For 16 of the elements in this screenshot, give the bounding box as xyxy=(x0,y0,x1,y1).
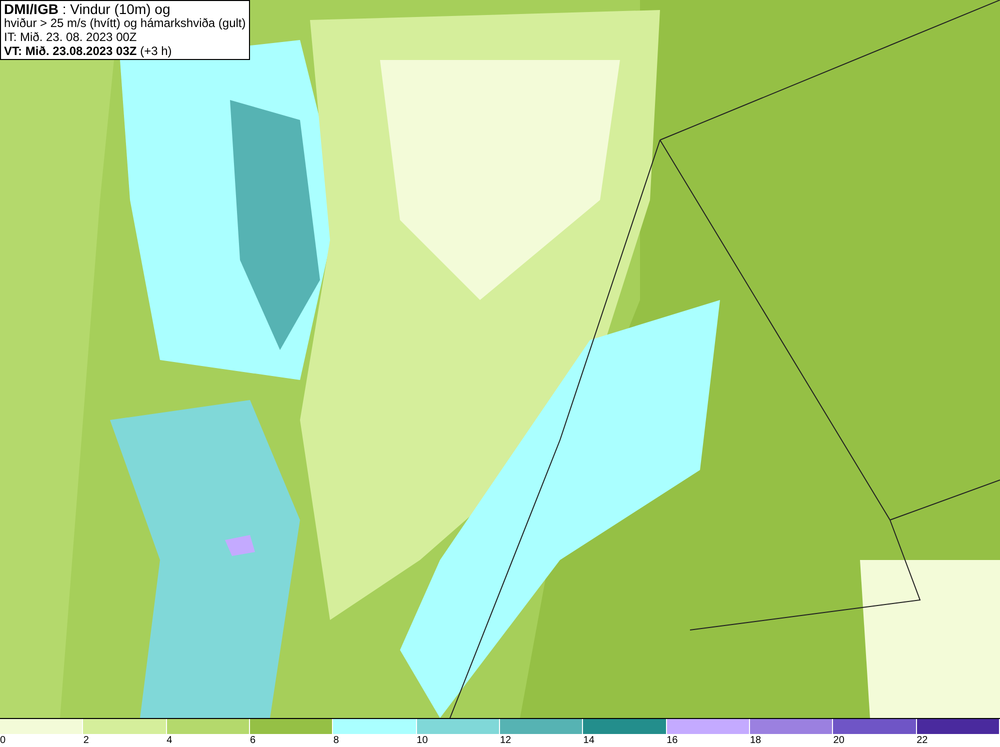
map-caption: IT: Mið. 23. 08. 2023 00Z xyxy=(4,30,138,44)
legend-label: 12 xyxy=(500,734,512,747)
legend-label: 0 xyxy=(0,734,6,747)
map-caption: VT: Mið. 23.08.2023 03Z (+3 h) xyxy=(4,44,173,58)
legend-label: 10 xyxy=(416,734,428,747)
map-caption: hviður > 25 m/s (hvítt) og hámarkshviða (gult) xyxy=(4,16,246,30)
legend-label: 2 xyxy=(83,734,89,747)
legend-label: 16 xyxy=(666,734,678,747)
legend-label: 8 xyxy=(333,734,339,747)
legend-label: 18 xyxy=(750,734,762,747)
legend-label: 4 xyxy=(166,734,172,747)
legend-label: 20 xyxy=(833,734,844,747)
map-title: DMI/IGB : Vindur (10m) og xyxy=(4,2,172,16)
legend-label: 22 xyxy=(916,734,928,747)
legend-label: 6 xyxy=(250,734,256,747)
legend-label: 14 xyxy=(583,734,594,747)
